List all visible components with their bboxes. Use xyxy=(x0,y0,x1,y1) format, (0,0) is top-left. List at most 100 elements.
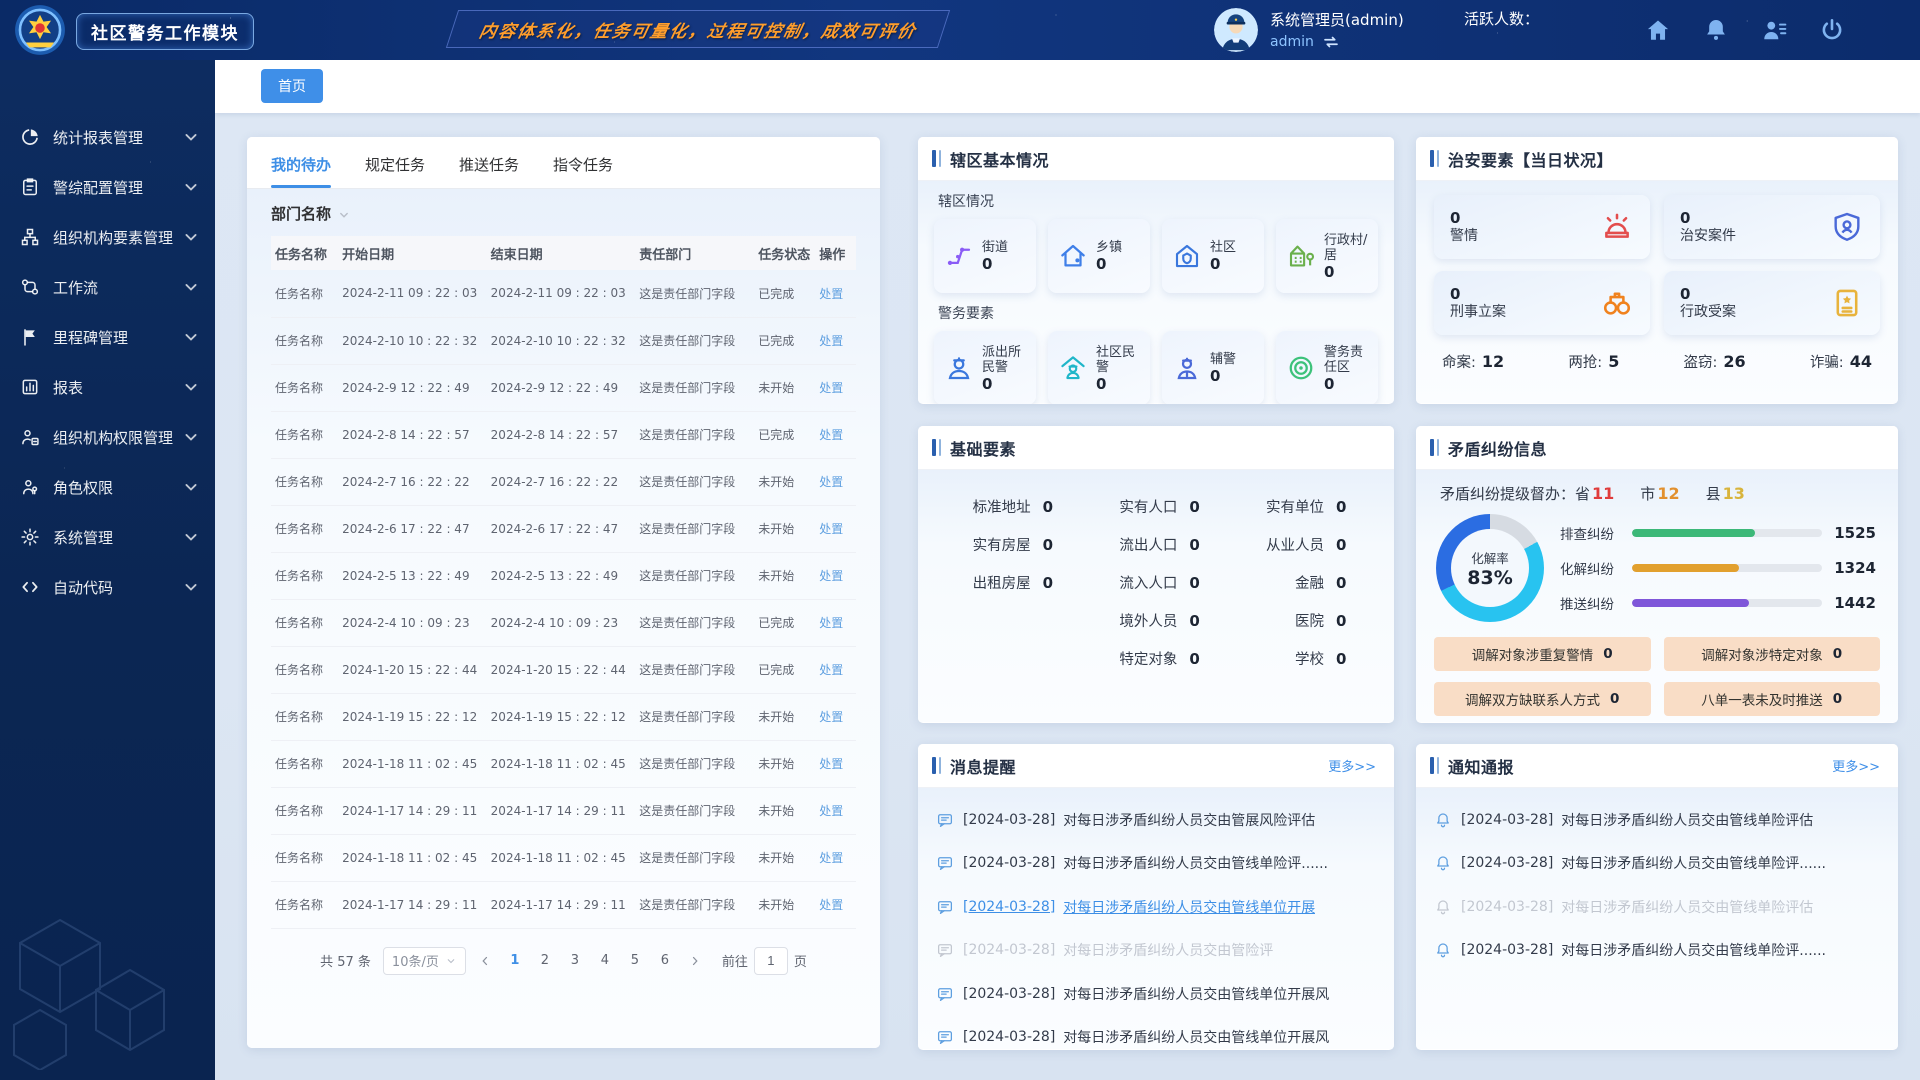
page-number-6[interactable]: 6 xyxy=(654,947,676,975)
table-row: 任务名称2024-2-4 10 : 09 : 232024-2-4 10 : 0… xyxy=(271,599,856,646)
dispute-button-value: 0 xyxy=(1603,646,1612,662)
handle-link[interactable]: 处置 xyxy=(819,616,843,630)
dispute-button-3[interactable]: 调解双方缺联系人方式0 xyxy=(1434,682,1651,716)
home-icon[interactable] xyxy=(1645,17,1671,43)
page-number-3[interactable]: 3 xyxy=(564,947,586,975)
basic-item: 标准地址0 xyxy=(952,496,1073,517)
basic-item-value: 0 xyxy=(1189,498,1219,516)
handle-link[interactable]: 处置 xyxy=(819,898,843,912)
more-link[interactable]: 更多>> xyxy=(1832,756,1880,775)
header-marker xyxy=(932,439,936,456)
tab-home[interactable]: 首页 xyxy=(261,69,323,103)
handle-link[interactable]: 处置 xyxy=(819,428,843,442)
bar-label: 化解纠纷 xyxy=(1560,558,1626,578)
dispute-button-2[interactable]: 调解对象涉特定对象0 xyxy=(1664,637,1881,671)
basic-item-label: 流出人口 xyxy=(1119,534,1177,555)
page-size-select[interactable]: 10条/页 xyxy=(383,947,466,975)
handle-link[interactable]: 处置 xyxy=(819,334,843,348)
sidebar-item-8[interactable]: 角色权限 xyxy=(0,462,215,512)
stat-tile-police-officer[interactable]: 派出所民警0 xyxy=(934,331,1036,404)
handle-link[interactable]: 处置 xyxy=(819,475,843,489)
security-tile-siren[interactable]: 0警情 xyxy=(1434,195,1650,259)
security-tile-document-badge[interactable]: 0行政受案 xyxy=(1664,271,1880,335)
start-date-cell: 2024-2-7 16 : 22 : 22 xyxy=(338,458,487,505)
status-cell: 已完成 xyxy=(754,270,815,317)
list-item[interactable]: [2024-03-28]对每日涉矛盾纠纷人员交由管线单险评...... xyxy=(1434,929,1880,973)
handle-link[interactable]: 处置 xyxy=(819,569,843,583)
header-marker xyxy=(932,150,936,167)
table-row: 任务名称2024-1-20 15 : 22 : 442024-1-20 15 :… xyxy=(271,646,856,693)
stat-tile-community-police[interactable]: 社区民警0 xyxy=(1048,331,1150,404)
bell-outline-icon xyxy=(1434,898,1452,916)
item-text: 对每日涉矛盾纠纷人员交由管险评 xyxy=(1063,940,1273,960)
user-role-label: 系统管理员(admin) xyxy=(1270,10,1404,30)
page-number-5[interactable]: 5 xyxy=(624,947,646,975)
list-item[interactable]: [2024-03-28]对每日涉矛盾纠纷人员交由管展风险评估 xyxy=(936,798,1376,842)
list-item[interactable]: [2024-03-28]对每日涉矛盾纠纷人员交由管险评 xyxy=(936,929,1376,973)
sidebar-item-7[interactable]: 组织机构权限管理 xyxy=(0,412,215,462)
list-item[interactable]: [2024-03-28]对每日涉矛盾纠纷人员交由管线单险评估 xyxy=(1434,885,1880,929)
next-page-button[interactable] xyxy=(684,947,706,975)
goto-page-input[interactable] xyxy=(754,947,788,975)
road-network-icon xyxy=(944,241,974,271)
report-chart-icon xyxy=(20,377,40,397)
department-filter[interactable]: 部门名称 xyxy=(247,189,880,232)
sidebar-item-2[interactable]: 警综配置管理 xyxy=(0,162,215,212)
handle-link[interactable]: 处置 xyxy=(819,287,843,301)
status-cell: 已完成 xyxy=(754,411,815,458)
page-number-1[interactable]: 1 xyxy=(504,947,526,975)
list-item[interactable]: [2024-03-28]对每日涉矛盾纠纷人员交由管线单位开展风 xyxy=(936,1016,1376,1051)
prev-page-button[interactable] xyxy=(474,947,496,975)
handle-link[interactable]: 处置 xyxy=(819,851,843,865)
handle-link[interactable]: 处置 xyxy=(819,522,843,536)
basic-item-value: 0 xyxy=(1043,498,1073,516)
power-icon[interactable] xyxy=(1819,17,1845,43)
contacts-icon[interactable] xyxy=(1761,17,1787,43)
handle-link[interactable]: 处置 xyxy=(819,381,843,395)
user-avatar[interactable] xyxy=(1214,8,1258,52)
todo-tab-1[interactable]: 我的待办 xyxy=(271,154,331,188)
list-item[interactable]: [2024-03-28]对每日涉矛盾纠纷人员交由管线单险评估 xyxy=(1434,798,1880,842)
message-bubble-icon xyxy=(936,854,954,872)
handle-link[interactable]: 处置 xyxy=(819,663,843,677)
sidebar-item-3[interactable]: 组织机构要素管理 xyxy=(0,212,215,262)
bell-icon[interactable] xyxy=(1703,17,1729,43)
sidebar-item-10[interactable]: 自动代码 xyxy=(0,562,215,612)
more-link[interactable]: 更多>> xyxy=(1328,756,1376,775)
switch-user-icon[interactable] xyxy=(1322,33,1340,51)
sidebar-item-1[interactable]: 统计报表管理 xyxy=(0,112,215,162)
handle-link[interactable]: 处置 xyxy=(819,710,843,724)
tile-text: 派出所民警0 xyxy=(982,345,1032,392)
security-tile-handcuffs[interactable]: 0刑事立案 xyxy=(1434,271,1650,335)
handle-link[interactable]: 处置 xyxy=(819,757,843,771)
page-number-2[interactable]: 2 xyxy=(534,947,556,975)
stat-tile-road-network[interactable]: 街道0 xyxy=(934,219,1036,293)
list-item[interactable]: [2024-03-28]对每日涉矛盾纠纷人员交由管线单险评...... xyxy=(936,842,1376,886)
sidebar-item-6[interactable]: 报表 xyxy=(0,362,215,412)
sidebar-item-5[interactable]: 里程碑管理 xyxy=(0,312,215,362)
sidebar-item-4[interactable]: 工作流 xyxy=(0,262,215,312)
stat-tile-duty-zone-target[interactable]: 警务责任区0 xyxy=(1276,331,1378,404)
todo-tab-3[interactable]: 推送任务 xyxy=(459,154,519,188)
list-item[interactable]: [2024-03-28]对每日涉矛盾纠纷人员交由管线单位开展 xyxy=(936,885,1376,929)
task-name-cell: 任务名称 xyxy=(271,364,338,411)
basic-item-label: 特定对象 xyxy=(1119,648,1177,669)
list-item[interactable]: [2024-03-28]对每日涉矛盾纠纷人员交由管线单险评...... xyxy=(1434,842,1880,886)
security-tile-shield-star[interactable]: 0治安案件 xyxy=(1664,195,1880,259)
header-marker xyxy=(939,757,941,774)
stat-tile-auxiliary-police[interactable]: 辅警0 xyxy=(1162,331,1264,404)
stat-tile-community-house[interactable]: 社区0 xyxy=(1162,219,1264,293)
dispute-button-4[interactable]: 八单一表未及时推送0 xyxy=(1664,682,1881,716)
handle-link[interactable]: 处置 xyxy=(819,804,843,818)
page-number-4[interactable]: 4 xyxy=(594,947,616,975)
list-item[interactable]: [2024-03-28]对每日涉矛盾纠纷人员交由管线单位开展风 xyxy=(936,972,1376,1016)
stat-tile-village-building[interactable]: 行政村/居0 xyxy=(1276,219,1378,293)
stat-tile-town-house[interactable]: 乡镇0 xyxy=(1048,219,1150,293)
dept-cell: 这是责任部门字段 xyxy=(635,787,754,834)
todo-tab-2[interactable]: 规定任务 xyxy=(365,154,425,188)
sidebar-item-9[interactable]: 系统管理 xyxy=(0,512,215,562)
panel-title: 基础要素 xyxy=(950,436,1016,460)
todo-tab-4[interactable]: 指令任务 xyxy=(553,154,613,188)
dispute-button-1[interactable]: 调解对象涉重复警情0 xyxy=(1434,637,1651,671)
username[interactable]: admin xyxy=(1270,34,1314,50)
